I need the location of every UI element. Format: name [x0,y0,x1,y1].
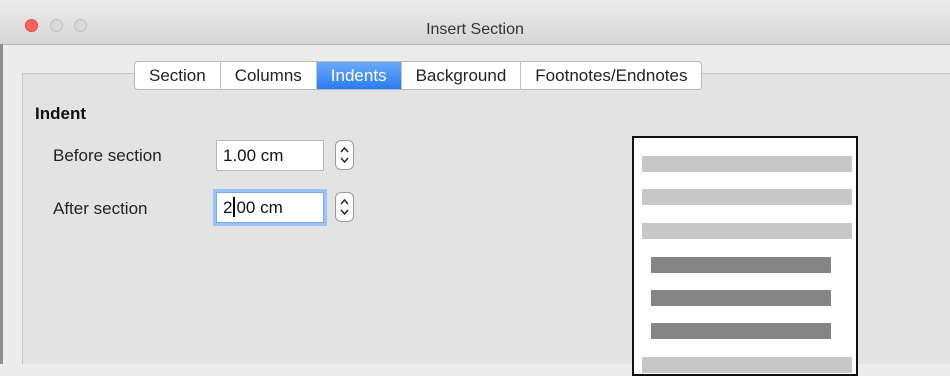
indent-heading: Indent [35,104,86,123]
tab-footnotes-endnotes[interactable]: Footnotes/Endnotes [521,62,701,89]
tab-columns[interactable]: Columns [221,62,317,89]
after-section-stepper[interactable] [335,192,354,222]
preview-line-before [642,156,852,172]
title-bar: Insert Section [0,0,950,45]
window-title: Insert Section [426,21,524,38]
window-edge [0,44,3,364]
tab-indents[interactable]: Indents [316,62,402,89]
preview-line-section [651,323,831,339]
tab-bar: Section Columns Indents Background Footn… [134,61,703,90]
stepper-arrows-icon [340,146,349,164]
tab-section[interactable]: Section [135,62,221,89]
indent-preview [632,136,858,376]
preview-line-section [651,257,831,273]
preview-line-before [642,189,852,205]
before-section-field[interactable]: 1.00 cm [216,140,324,171]
after-section-value-head: 2 [223,198,233,217]
before-section-label: Before section [53,146,162,165]
before-section-stepper[interactable] [335,140,354,170]
after-section-label: After section [53,199,148,218]
stepper-arrows-icon [340,198,349,216]
after-section-field[interactable]: 2 00 cm [216,192,324,223]
preview-line-before [642,223,852,239]
after-section-value-tail: 00 cm [236,198,283,217]
tab-background[interactable]: Background [402,62,522,89]
preview-line-section [651,290,831,306]
preview-line-after [642,357,852,373]
